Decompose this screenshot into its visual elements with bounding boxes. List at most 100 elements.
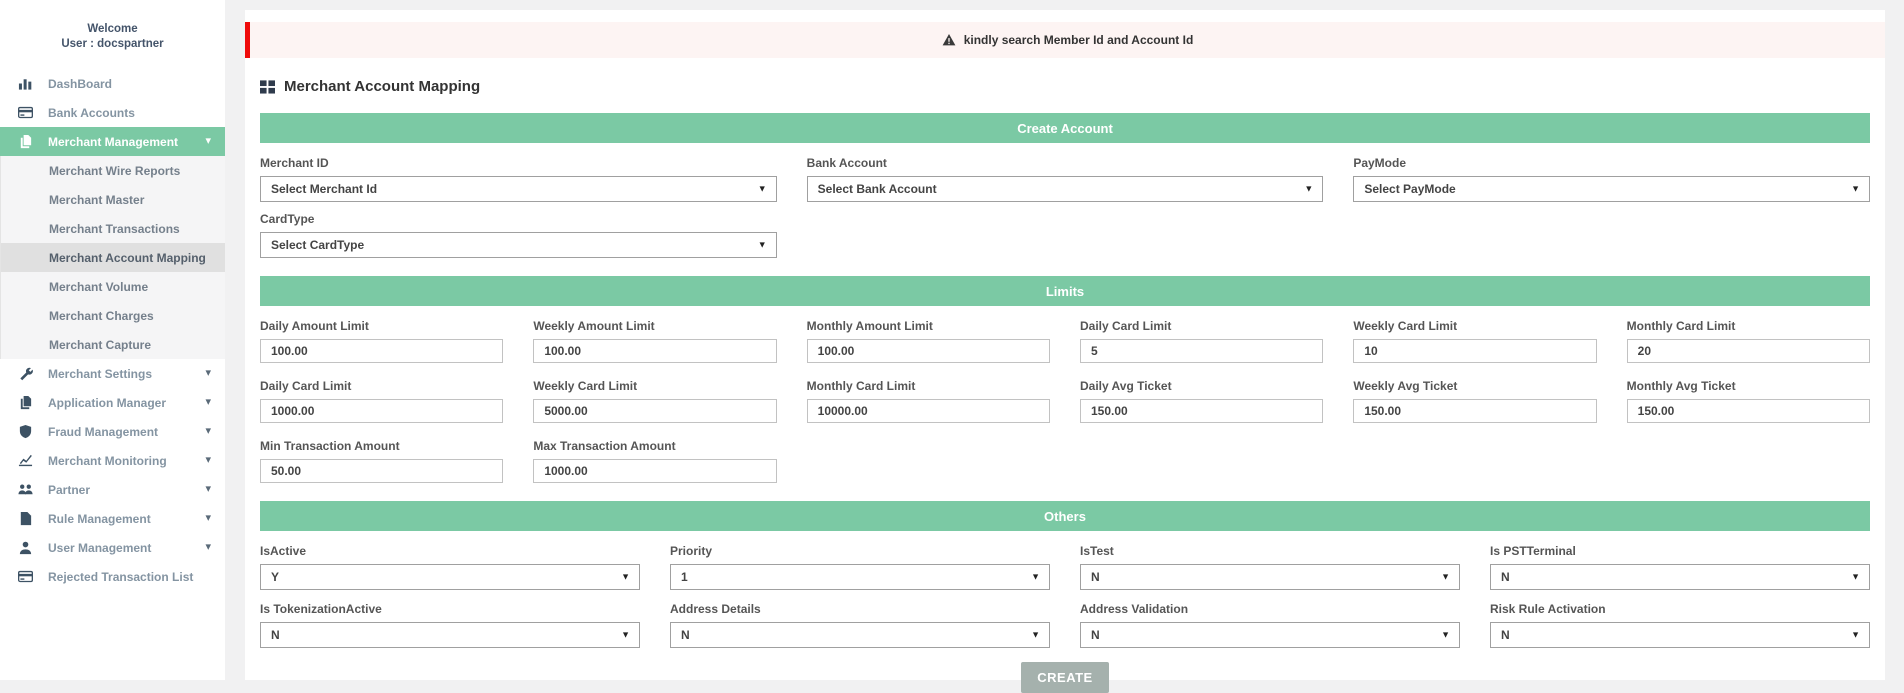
caret-down-icon: ▾ (205, 426, 211, 437)
credit-card-icon (18, 105, 35, 120)
isactive-select[interactable]: Y▼ (260, 564, 640, 590)
field-weekly-card-limit: Weekly Card Limit 5000.00 (533, 379, 776, 423)
files-icon (18, 134, 35, 149)
field-value: N (271, 628, 280, 642)
sidebar-item-merchant-charges[interactable]: Merchant Charges (0, 301, 225, 330)
daily-amount-limit-input[interactable]: 100.00 (260, 339, 503, 363)
sidebar-item-merchant-management[interactable]: Merchant Management▾ (0, 127, 225, 156)
caret-down-icon: ▾ (205, 368, 211, 379)
sidebar-nav: DashBoard Bank Accounts Merchant Managemen… (0, 69, 225, 591)
sidebar-item-label: Fraud Management (48, 425, 158, 439)
field-weekly-amount-limit: Weekly Amount Limit100.00 (533, 319, 776, 363)
field-value: 10000.00 (818, 404, 868, 418)
paymode-select[interactable]: Select PayMode▼ (1353, 176, 1870, 202)
daily-card-limit-input[interactable]: 5 (1080, 339, 1323, 363)
field-value: N (1091, 570, 1100, 584)
field-label: Address Details (670, 602, 1050, 616)
alert-message: kindly search Member Id and Account Id (964, 33, 1194, 47)
istest-select[interactable]: N▼ (1080, 564, 1460, 590)
monthly-avg-ticket-input[interactable]: 150.00 (1627, 399, 1870, 423)
monthly-card-limit-input[interactable]: 10000.00 (807, 399, 1050, 423)
field-label: Weekly Avg Ticket (1353, 379, 1596, 393)
field-max-transaction-amount: Max Transaction Amount1000.00 (533, 439, 776, 483)
monthly-card-limit-input[interactable]: 20 (1627, 339, 1870, 363)
monthly-amount-limit-input[interactable]: 100.00 (807, 339, 1050, 363)
field-istest: IsTest N▼ (1080, 544, 1460, 590)
users-icon (18, 482, 35, 497)
sidebar-item-label: Merchant Transactions (49, 222, 180, 236)
sidebar-item-merchant-account-mapping[interactable]: Merchant Account Mapping (0, 243, 225, 272)
sidebar-item-label: Rule Management (48, 512, 151, 526)
weekly-avg-ticket-input[interactable]: 150.00 (1353, 399, 1596, 423)
sidebar-item-rejected-transaction-list[interactable]: Rejected Transaction List (0, 562, 225, 591)
sidebar-item-rule-management[interactable]: Rule Management ▾ (0, 504, 225, 533)
field-label: CardType (260, 212, 777, 226)
field-value: 100.00 (544, 344, 581, 358)
merchant-id-select[interactable]: Select Merchant Id▼ (260, 176, 777, 202)
bank-account-select[interactable]: Select Bank Account▼ (807, 176, 1324, 202)
sidebar-item-merchant-settings[interactable]: Merchant Settings▾ (0, 359, 225, 388)
weekly-card-limit-input[interactable]: 5000.00 (533, 399, 776, 423)
daily-avg-ticket-input[interactable]: 150.00 (1080, 399, 1323, 423)
daily-card-limit-input[interactable]: 1000.00 (260, 399, 503, 423)
sidebar-item-dashboard[interactable]: DashBoard (0, 69, 225, 98)
field-value: Select CardType (271, 238, 364, 252)
field-label: Is TokenizationActive (260, 602, 640, 616)
sidebar-item-partner[interactable]: Partner▾ (0, 475, 225, 504)
files-icon (18, 395, 35, 410)
create-button[interactable]: CREATE (1021, 662, 1108, 693)
dropdown-caret-icon: ▼ (1031, 573, 1040, 582)
sidebar-item-label: Merchant Wire Reports (49, 164, 180, 178)
field-monthly-amount-limit: Monthly Amount Limit100.00 (807, 319, 1050, 363)
sidebar-item-merchant-capture[interactable]: Merchant Capture (0, 330, 225, 359)
field-value: 5 (1091, 344, 1098, 358)
field-value: Select Bank Account (818, 182, 937, 196)
sidebar-item-label: User Management (48, 541, 151, 555)
section-header-others: Others (260, 501, 1870, 531)
field-value: 20 (1638, 344, 1651, 358)
sidebar-item-application-manager[interactable]: Application Manager▾ (0, 388, 225, 417)
sidebar-item-merchant-volume[interactable]: Merchant Volume (0, 272, 225, 301)
wrench-icon (18, 366, 35, 381)
address-validation-select[interactable]: N▼ (1080, 622, 1460, 648)
field-value: 50.00 (271, 464, 301, 478)
address-details-select[interactable]: N▼ (670, 622, 1050, 648)
caret-down-icon: ▾ (205, 397, 211, 408)
welcome-user: User : docspartner (0, 37, 225, 52)
sidebar-item-user-management[interactable]: User Management▾ (0, 533, 225, 562)
max-transaction-amount-input[interactable]: 1000.00 (533, 459, 776, 483)
field-value: 150.00 (1364, 404, 1401, 418)
risk-rule-activation-select[interactable]: N▼ (1490, 622, 1870, 648)
field-value: 1000.00 (271, 404, 314, 418)
sidebar-item-bank-accounts[interactable]: Bank Accounts (0, 98, 225, 127)
field-label: IsTest (1080, 544, 1460, 558)
field-label: Weekly Card Limit (533, 379, 776, 393)
sidebar-item-merchant-transactions[interactable]: Merchant Transactions (0, 214, 225, 243)
caret-down-icon: ▾ (205, 513, 211, 524)
sidebar-item-label: Merchant Volume (49, 280, 148, 294)
sidebar-item-merchant-wire-reports[interactable]: Merchant Wire Reports (0, 156, 225, 185)
caret-down-icon: ▾ (205, 455, 211, 466)
weekly-card-limit-input[interactable]: 10 (1353, 339, 1596, 363)
field-label: Merchant ID (260, 156, 777, 170)
form-sections: Create AccountMerchant IDSelect Merchant… (245, 113, 1885, 648)
sidebar-item-label: Merchant Monitoring (48, 454, 167, 468)
priority-select[interactable]: 1▼ (670, 564, 1050, 590)
sidebar-item-merchant-master[interactable]: Merchant Master (0, 185, 225, 214)
min-transaction-amount-input[interactable]: 50.00 (260, 459, 503, 483)
field-value: 150.00 (1638, 404, 1675, 418)
is-pstterminal-select[interactable]: N▼ (1490, 564, 1870, 590)
cardtype-select[interactable]: Select CardType▼ (260, 232, 777, 258)
sidebar-item-merchant-monitoring[interactable]: Merchant Monitoring ▾ (0, 446, 225, 475)
sidebar-item-label: Bank Accounts (48, 106, 135, 120)
field-label: Daily Card Limit (1080, 319, 1323, 333)
dropdown-caret-icon: ▼ (758, 185, 767, 194)
weekly-amount-limit-input[interactable]: 100.00 (533, 339, 776, 363)
field-label: Daily Amount Limit (260, 319, 503, 333)
welcome-text: Welcome (0, 22, 225, 37)
field-label: Monthly Card Limit (807, 379, 1050, 393)
is-tokenizationactive-select[interactable]: N▼ (260, 622, 640, 648)
dropdown-caret-icon: ▼ (1031, 631, 1040, 640)
sidebar-item-fraud-management[interactable]: Fraud Management ▾ (0, 417, 225, 446)
field-value: Select PayMode (1364, 182, 1455, 196)
